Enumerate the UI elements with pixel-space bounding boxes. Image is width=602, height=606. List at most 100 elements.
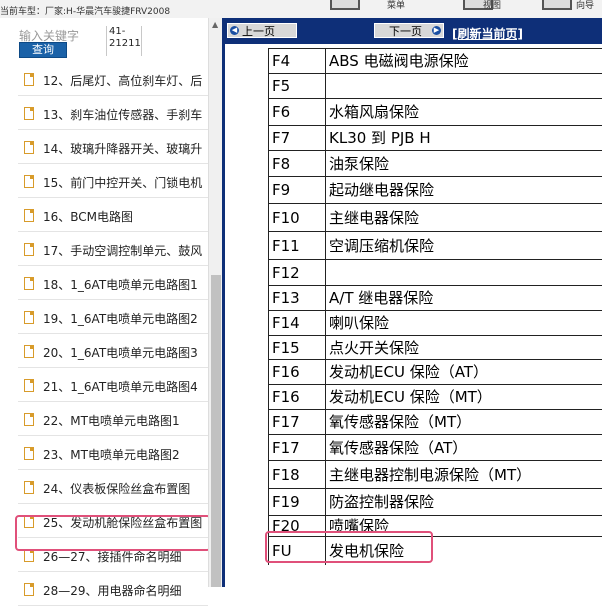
- document-icon: [24, 73, 34, 86]
- fuse-row: F6 水箱风扇保险: [268, 98, 602, 126]
- list-item[interactable]: 28—29、用电器命名明细: [18, 575, 208, 606]
- list-item-label: 12、后尾灯、高位刹车灯、后: [43, 74, 203, 88]
- prev-page-label: 上一页: [242, 25, 275, 38]
- guide-button[interactable]: 向导: [568, 0, 602, 16]
- fuse-row: F14 喇叭保险: [268, 310, 602, 336]
- fuse-code: F10: [268, 204, 326, 232]
- fuse-description: 主继电器控制电源保险（MT）: [329, 466, 532, 484]
- search-button[interactable]: 查询: [19, 42, 67, 58]
- document-icon: [24, 345, 34, 358]
- fuse-description: 氧传感器保险（MT）: [329, 413, 472, 431]
- fuse-row: F9 起动继电器保险: [268, 176, 602, 204]
- vehicle-manufacturer: 厂家:H-华晨汽车骏捷FRV2008: [45, 7, 171, 17]
- scroll-up-icon[interactable]: ▲: [212, 20, 218, 29]
- list-item[interactable]: 16、BCM电路图: [18, 201, 208, 232]
- fuse-row: F10 主继电器保险: [268, 203, 602, 232]
- list-item[interactable]: 17、手动空调控制单元、鼓风: [18, 235, 208, 266]
- list-item[interactable]: 23、MT电喷单元电路图2: [18, 439, 208, 470]
- fuse-code: F19: [268, 489, 326, 516]
- menu-button[interactable]: 菜单: [376, 0, 416, 16]
- fuse-code: F12: [268, 260, 326, 286]
- top-bar: 当前车型：厂家:H-华晨汽车骏捷FRV2008 菜单 视图 向导: [0, 0, 602, 19]
- fuse-row: F4 ABS 电磁阀电源保险: [268, 48, 602, 74]
- fuse-row: F17 氧传感器保险（MT）: [268, 409, 602, 435]
- fuse-row: F5: [268, 73, 602, 99]
- fuse-description: 氧传感器保险（AT）: [329, 439, 468, 457]
- content-pane: ◀ 上一页 ▶ 下一页 [刷新当前页] F4 ABS 电磁阀电源保险 F5 F6 水箱风扇保…: [222, 18, 602, 587]
- fuse-description: 主继电器保险: [329, 209, 420, 227]
- document-icon: [24, 481, 34, 494]
- document-icon: [24, 379, 34, 392]
- list-item[interactable]: 24、仪表板保险丝盒布置图: [18, 473, 208, 504]
- fuse-row: F13 A/T 继电器保险: [268, 285, 602, 311]
- arrow-left-icon: ◀: [230, 26, 239, 35]
- fuse-description: 空调压缩机保险: [329, 237, 435, 255]
- document-icon: [24, 209, 34, 222]
- list-item-label: 16、BCM电路图: [43, 210, 134, 224]
- next-page-button[interactable]: ▶ 下一页: [374, 23, 444, 38]
- fuse-code: F5: [268, 74, 326, 99]
- list-item-label: 22、MT电喷单元电路图1: [43, 414, 180, 428]
- arrow-right-icon: ▶: [432, 26, 441, 35]
- list-item-label: 15、前门中控开关、门锁电机: [43, 176, 203, 190]
- fuse-description: 起动继电器保险: [329, 181, 435, 199]
- list-item-label: 17、手动空调控制单元、鼓风: [43, 244, 203, 258]
- fu-highlight: [265, 531, 433, 563]
- refresh-link[interactable]: [刷新当前页]: [452, 25, 523, 42]
- document-icon: [24, 175, 34, 188]
- fuse-description: 发动机ECU 保险（MT）: [329, 388, 492, 406]
- list-item[interactable]: 13、刹车油位传感器、手刹车: [18, 99, 208, 130]
- fuse-description: 水箱风扇保险: [329, 103, 420, 121]
- fuse-row: F7 KL30 到 PJB H: [268, 125, 602, 151]
- fuse-code: F8: [268, 151, 326, 177]
- list-item[interactable]: 19、1_6AT电喷单元电路图2: [18, 303, 208, 334]
- fuse-description: A/T 继电器保险: [329, 289, 434, 307]
- fuse-description: KL30 到 PJB H: [329, 129, 431, 147]
- fuse-description: ABS 电磁阀电源保险: [329, 52, 469, 70]
- list-item-label: 13、刹车油位传感器、手刹车: [43, 108, 203, 122]
- document-icon: [24, 243, 34, 256]
- list-item-label: 20、1_6AT电喷单元电路图3: [43, 346, 198, 360]
- fuse-description: 油泵保险: [329, 155, 390, 173]
- list-item[interactable]: 22、MT电喷单元电路图1: [18, 405, 208, 436]
- list-item[interactable]: 21、1_6AT电喷单元电路图4: [18, 371, 208, 402]
- document-icon: [24, 447, 34, 460]
- code-display: 41-21211: [106, 26, 142, 56]
- fuse-row: F16 发动机ECU 保险（AT）: [268, 359, 602, 385]
- fuse-row: F12: [268, 259, 602, 286]
- document-icon: [24, 583, 34, 596]
- fuse-code: F6: [268, 99, 326, 126]
- menu-icon[interactable]: [330, 0, 360, 10]
- view-button[interactable]: 视图: [476, 0, 508, 16]
- list-item-label: 18、1_6AT电喷单元电路图1: [43, 278, 198, 292]
- list-item-label: 24、仪表板保险丝盒布置图: [43, 482, 191, 496]
- page-nav-bar: ◀ 上一页 ▶ 下一页 [刷新当前页]: [225, 18, 602, 44]
- fuse-code: F15: [268, 336, 326, 360]
- list-item[interactable]: 12、后尾灯、高位刹车灯、后: [18, 65, 208, 96]
- fuse-description: 发动机ECU 保险（AT）: [329, 363, 488, 381]
- list-item[interactable]: 14、玻璃升降器开关、玻璃升: [18, 133, 208, 164]
- fuse-description: 防盗控制器保险: [329, 493, 435, 511]
- fuse-code: F4: [268, 49, 326, 74]
- fuse-row: F11 空调压缩机保险: [268, 231, 602, 260]
- list-item-label: 19、1_6AT电喷单元电路图2: [43, 312, 198, 326]
- next-page-label: 下一页: [389, 25, 422, 38]
- selection-highlight: [15, 515, 211, 551]
- sidebar-scrollbar[interactable]: ▲: [208, 18, 223, 587]
- vehicle-label: 当前车型：: [0, 7, 46, 17]
- scrollbar-thumb[interactable]: [211, 275, 221, 587]
- fuse-code: F17: [268, 410, 326, 435]
- fuse-row: F15 点火开关保险: [268, 335, 602, 360]
- fuse-row: F18 主继电器控制电源保险（MT）: [268, 460, 602, 489]
- sidebar: 输入关键字 查询 41-21211 12、后尾灯、高位刹车灯、后 13、刹车油位…: [0, 18, 223, 606]
- fuse-code: F11: [268, 232, 326, 260]
- list-item[interactable]: 15、前门中控开关、门锁电机: [18, 167, 208, 198]
- fuse-row: F8 油泵保险: [268, 150, 602, 177]
- list-item[interactable]: 20、1_6AT电喷单元电路图3: [18, 337, 208, 368]
- list-item[interactable]: 18、1_6AT电喷单元电路图1: [18, 269, 208, 300]
- fuse-code: F13: [268, 286, 326, 311]
- vehicle-info: 当前车型：厂家:H-华晨汽车骏捷FRV2008: [0, 4, 170, 17]
- prev-page-button[interactable]: ◀ 上一页: [227, 23, 297, 38]
- list-item-label: 21、1_6AT电喷单元电路图4: [43, 380, 198, 394]
- fuse-code: F14: [268, 311, 326, 336]
